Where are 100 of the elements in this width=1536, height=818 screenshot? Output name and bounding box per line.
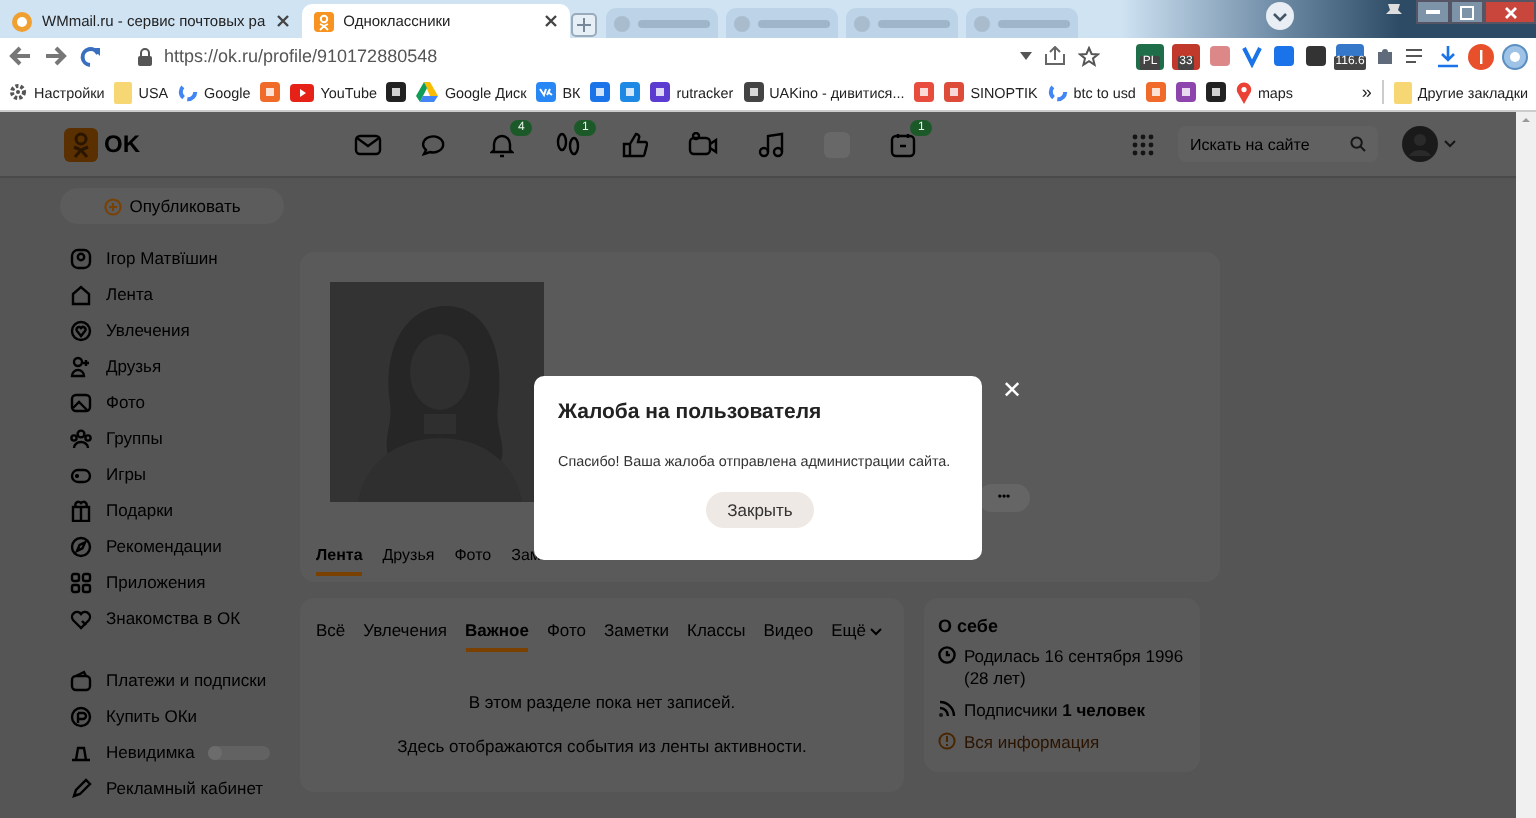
minimize-button[interactable] <box>1416 0 1450 24</box>
about-title: О себе <box>938 616 1000 636</box>
sidebar-item[interactable]: Невидимка <box>106 742 195 762</box>
close-dialog-button[interactable]: Закрыть <box>706 492 814 528</box>
footprints-icon[interactable] <box>554 131 582 157</box>
birth-date: Родилась 16 сентября 1996 (28 лет) <box>964 646 1186 690</box>
apps-grid-icon[interactable] <box>1132 133 1154 155</box>
v-icon[interactable] <box>1240 44 1264 68</box>
filter-tab[interactable]: Всё <box>316 612 346 652</box>
new-tab-icon[interactable] <box>569 12 598 38</box>
vk-icon[interactable] <box>536 82 557 102</box>
site-icon[interactable] <box>386 82 407 102</box>
photo-icon <box>70 391 92 413</box>
sidebar-item[interactable]: Фото <box>60 384 300 420</box>
map-pin-icon[interactable] <box>1235 81 1252 103</box>
queue-icon[interactable] <box>1404 44 1428 68</box>
filter-tab[interactable]: Фото <box>546 612 586 652</box>
search-field[interactable]: Искать на сайте <box>1178 126 1378 162</box>
apps-icon <box>70 571 92 593</box>
like-icon[interactable] <box>622 131 648 157</box>
close-button[interactable] <box>1484 0 1536 24</box>
reload-icon[interactable] <box>80 45 102 67</box>
more-bookmarks-button[interactable]: » <box>1361 82 1372 102</box>
profile-tab[interactable]: Лента <box>316 538 363 576</box>
site-icon[interactable] <box>1205 82 1226 102</box>
maximize-icon <box>1460 5 1474 19</box>
sidebar-item[interactable]: Лента <box>60 276 300 312</box>
favicon-icon <box>613 15 630 31</box>
sidebar-item[interactable]: Группы <box>60 420 300 456</box>
youtube-icon[interactable] <box>290 83 315 101</box>
profile-tab[interactable]: Фото <box>454 538 492 576</box>
chevron-down-icon <box>870 628 883 636</box>
compass-icon <box>70 535 92 557</box>
heart-icon <box>70 319 92 341</box>
publish-button[interactable]: Опубликовать <box>60 188 284 224</box>
scrollbar[interactable] <box>1516 112 1536 818</box>
empty-hint: Здесь отображаются события из ленты активности. <box>397 736 807 756</box>
sidebar-item[interactable]: Подарки <box>60 492 300 528</box>
site-logo[interactable]: OK <box>104 130 140 158</box>
sidebar-item[interactable]: Приложения <box>60 564 300 600</box>
sidebar-item[interactable]: Игры <box>60 456 300 492</box>
user-avatar-icon[interactable] <box>1402 126 1438 162</box>
music-icon[interactable] <box>758 131 784 157</box>
sidebar-item[interactable]: Увлечения <box>60 312 300 348</box>
filter-tab[interactable]: Видео <box>763 612 814 652</box>
sidebar-item[interactable]: Купить ОКи <box>106 706 300 726</box>
close-icon[interactable] <box>543 14 558 28</box>
favicon-icon <box>733 15 750 31</box>
back-icon[interactable] <box>8 46 32 66</box>
more-dropdown[interactable]: Ещё <box>831 612 883 652</box>
sidebar-item[interactable]: Рекомендации <box>60 528 300 564</box>
calendar-icon[interactable] <box>890 131 916 157</box>
star-icon[interactable] <box>1078 45 1100 67</box>
sidebar-item[interactable]: Знакомства в ОК <box>60 600 300 636</box>
all-info-link[interactable]: Вся информация <box>964 732 1100 754</box>
caret-icon[interactable] <box>1020 52 1032 60</box>
gear-icon[interactable] <box>8 82 28 102</box>
download-icon[interactable] <box>1436 44 1460 68</box>
lock-icon <box>138 47 152 65</box>
close-icon <box>1503 5 1517 19</box>
filter-tab[interactable]: Заметки <box>604 612 670 652</box>
favicon-icon <box>853 15 870 31</box>
filter-tab[interactable]: Увлечения <box>363 612 448 652</box>
plus-icon <box>103 197 122 215</box>
chevron-down-icon[interactable] <box>1444 140 1456 148</box>
chat-icon[interactable] <box>422 132 450 156</box>
minimize-icon <box>1426 10 1440 14</box>
google-icon[interactable] <box>178 82 199 102</box>
mail-icon[interactable] <box>354 133 382 155</box>
profile-tab[interactable]: Друзья <box>382 538 435 576</box>
rss-icon <box>938 700 956 718</box>
drive-icon[interactable] <box>416 82 439 102</box>
chrome-extension-icon[interactable] <box>1502 43 1528 69</box>
friends-icon <box>70 355 92 377</box>
close-icon[interactable] <box>275 14 290 28</box>
maximize-button[interactable] <box>1450 0 1484 24</box>
tab-search-icon[interactable] <box>1264 0 1296 32</box>
video-camera-icon[interactable] <box>688 132 718 156</box>
google-icon[interactable] <box>1047 82 1068 102</box>
extensions-icon[interactable] <box>1372 44 1396 68</box>
info-icon <box>938 732 956 750</box>
group-icon <box>70 427 92 449</box>
sidebar-item[interactable]: Ігор Матвїшин <box>60 240 300 276</box>
forward-icon[interactable] <box>44 46 68 66</box>
address-field[interactable]: https://ok.ru/profile/910172880548 <box>164 46 1008 66</box>
gift-icon <box>70 499 92 521</box>
sidebar-item[interactable]: Платежи и подписки <box>106 670 300 690</box>
ok-logo-icon[interactable] <box>64 127 98 161</box>
filter-tab[interactable]: Классы <box>687 612 746 652</box>
profile-avatar-icon[interactable] <box>1468 43 1494 69</box>
site-icon[interactable] <box>650 82 671 102</box>
hat-icon <box>70 741 92 763</box>
bell-icon[interactable] <box>490 131 514 157</box>
sidebar-item[interactable]: Рекламный кабинет <box>106 778 300 798</box>
share-icon[interactable] <box>1044 46 1066 66</box>
favicon-icon <box>973 15 990 31</box>
search-icon <box>1350 136 1366 152</box>
sidebar-item[interactable]: Друзья <box>60 348 300 384</box>
filter-tab[interactable]: Важное <box>465 612 529 652</box>
site-icon[interactable] <box>743 82 764 102</box>
